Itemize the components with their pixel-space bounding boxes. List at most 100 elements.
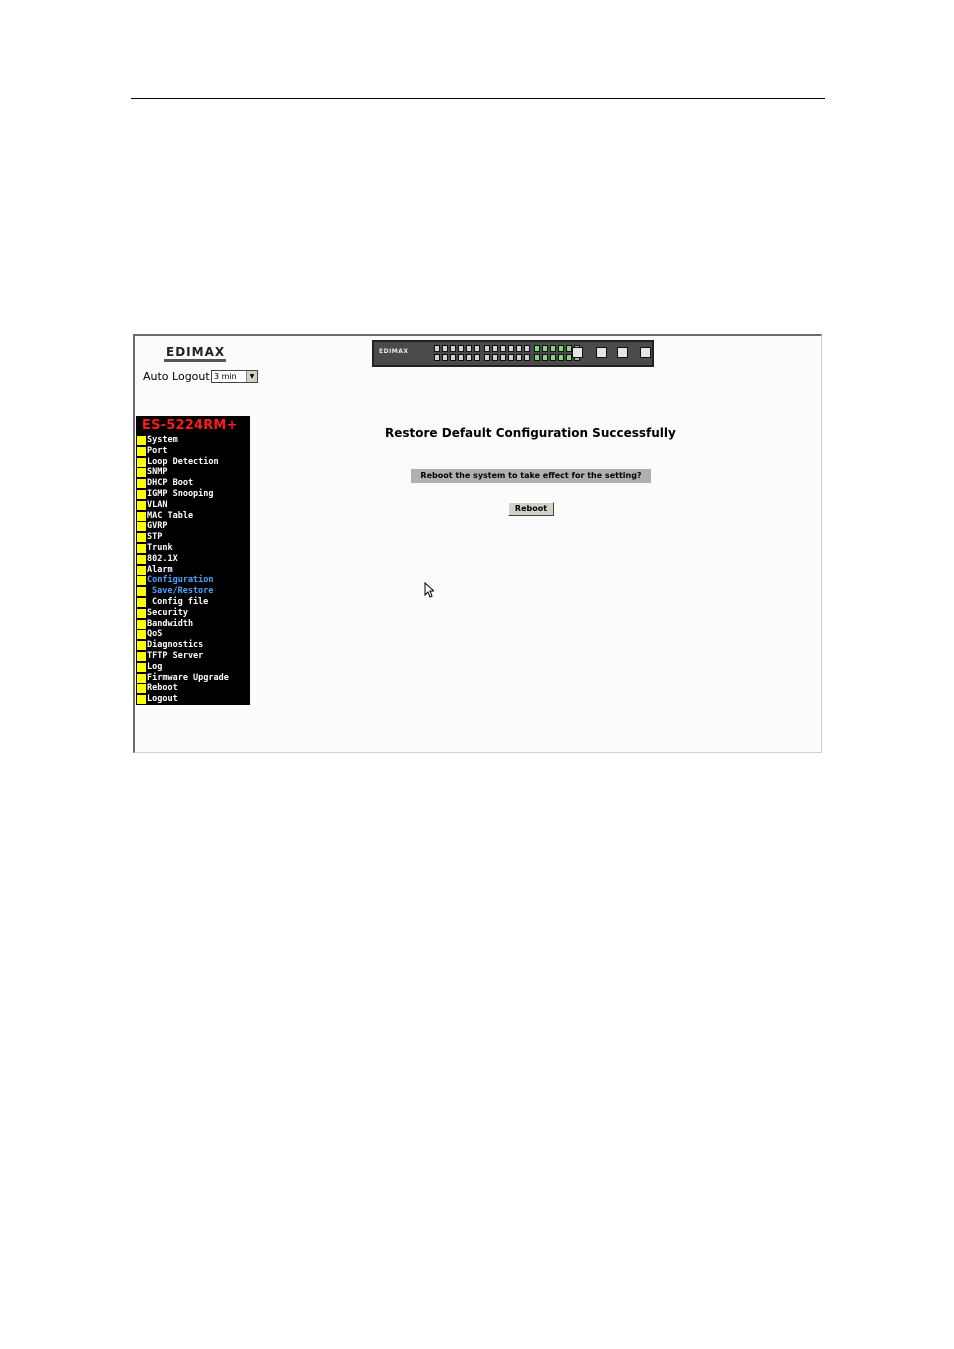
reboot-prompt: Reboot the system to take effect for the… bbox=[411, 469, 651, 483]
bullet-square-icon bbox=[137, 673, 146, 683]
bullet-square-icon bbox=[137, 479, 146, 489]
port-icon bbox=[534, 345, 540, 352]
bullet-square-icon bbox=[137, 500, 146, 510]
sidebar-item-label: SNMP bbox=[147, 467, 168, 478]
sidebar-item-label: Reboot bbox=[147, 683, 178, 694]
sidebar-item-label: MAC Table bbox=[147, 510, 194, 521]
port-icon bbox=[500, 345, 506, 352]
auto-logout-value: 3 min bbox=[214, 372, 237, 381]
port-icon bbox=[434, 345, 440, 352]
port-icon bbox=[550, 345, 556, 352]
port-icon bbox=[450, 354, 456, 361]
sidebar-item-label: GVRP bbox=[147, 521, 168, 532]
bullet-square-icon bbox=[137, 587, 146, 597]
port-icon bbox=[516, 354, 522, 361]
port-icon bbox=[450, 345, 456, 352]
auto-logout-select[interactable]: 3 min ▼ bbox=[211, 370, 258, 383]
port-icon bbox=[524, 345, 530, 352]
bullet-square-icon bbox=[137, 641, 146, 651]
reboot-button[interactable]: Reboot bbox=[508, 502, 554, 516]
port-icon bbox=[458, 354, 464, 361]
port-icon bbox=[492, 354, 498, 361]
bullet-square-icon bbox=[137, 619, 146, 629]
port-icon bbox=[484, 354, 490, 361]
port-icon bbox=[474, 345, 480, 352]
port-icon bbox=[442, 354, 448, 361]
page-header-rule bbox=[131, 98, 825, 99]
bullet-square-icon bbox=[137, 511, 146, 521]
logo-text: EDIMAX bbox=[166, 345, 226, 359]
bullet-square-icon bbox=[137, 608, 146, 618]
sidebar-item-label: Log bbox=[147, 661, 163, 672]
bullet-square-icon bbox=[137, 662, 146, 672]
port-icon bbox=[434, 354, 440, 361]
bullet-square-icon bbox=[137, 684, 146, 694]
port-icon bbox=[516, 345, 522, 352]
device-brand-label: EDIMAX bbox=[379, 348, 409, 355]
sidebar-menu: ES-5224RM+ System Port Loop Detection SN… bbox=[136, 416, 250, 705]
sidebar-item-label: Configuration bbox=[147, 575, 214, 586]
port-group bbox=[484, 345, 530, 361]
sidebar-item-label: Security bbox=[147, 607, 188, 618]
sidebar-item-label: Loop Detection bbox=[147, 456, 219, 467]
bullet-square-icon bbox=[137, 489, 146, 499]
port-icon bbox=[524, 354, 530, 361]
mouse-cursor-icon bbox=[424, 582, 434, 598]
port-group bbox=[434, 345, 480, 361]
sidebar-item-label: Save/Restore bbox=[152, 586, 214, 597]
sidebar-item-label: Firmware Upgrade bbox=[147, 672, 229, 683]
port-icon bbox=[466, 345, 472, 352]
sidebar-item-label: Config file bbox=[152, 596, 209, 607]
port-icon bbox=[542, 354, 548, 361]
port-icon bbox=[474, 354, 480, 361]
edimax-logo: EDIMAX bbox=[164, 345, 226, 364]
sidebar-item-label: 802.1X bbox=[147, 553, 178, 564]
port-panel bbox=[434, 345, 580, 361]
sidebar-item-label: Alarm bbox=[147, 564, 173, 575]
bullet-square-icon bbox=[137, 468, 146, 478]
port-icon bbox=[492, 345, 498, 352]
bullet-square-icon bbox=[137, 597, 146, 607]
sidebar-item-label: TFTP Server bbox=[147, 650, 204, 661]
bullet-square-icon bbox=[137, 543, 146, 553]
port-icon bbox=[550, 354, 556, 361]
bullet-square-icon bbox=[137, 554, 146, 564]
model-name: ES-5224RM+ bbox=[142, 418, 238, 433]
bullet-square-icon bbox=[137, 576, 146, 586]
bullet-square-icon bbox=[137, 630, 146, 640]
bullet-square-icon bbox=[137, 446, 146, 456]
sidebar-item-label: Trunk bbox=[147, 542, 173, 553]
page-title: Restore Default Configuration Successful… bbox=[385, 426, 676, 440]
port-icon bbox=[484, 345, 490, 352]
sfp-port-icon bbox=[572, 347, 583, 358]
port-icon bbox=[558, 345, 564, 352]
sidebar-item-label: Bandwidth bbox=[147, 618, 194, 629]
sidebar-item-label: QoS bbox=[147, 629, 163, 640]
port-icon bbox=[508, 345, 514, 352]
port-icon bbox=[534, 354, 540, 361]
port-icon bbox=[542, 345, 548, 352]
bullet-square-icon bbox=[137, 436, 146, 445]
port-icon bbox=[500, 354, 506, 361]
port-icon bbox=[508, 354, 514, 361]
port-icon bbox=[458, 345, 464, 352]
bullet-square-icon bbox=[137, 651, 146, 661]
auto-logout-label: Auto Logout bbox=[143, 370, 210, 383]
port-icon bbox=[466, 354, 472, 361]
sidebar-item-label: VLAN bbox=[147, 499, 168, 510]
port-icon bbox=[558, 354, 564, 361]
bullet-square-icon bbox=[137, 565, 146, 575]
sfp-port-icon bbox=[596, 347, 607, 358]
port-icon bbox=[442, 345, 448, 352]
chevron-down-icon[interactable]: ▼ bbox=[246, 371, 257, 382]
logo-tagline-bar bbox=[164, 359, 226, 362]
sidebar-item-label: Port bbox=[147, 445, 168, 456]
sfp-port-icon bbox=[617, 347, 628, 358]
switch-front-panel-image: EDIMAX bbox=[372, 340, 654, 367]
bullet-square-icon bbox=[137, 695, 146, 705]
sidebar-item-label: Logout bbox=[147, 694, 178, 705]
bullet-square-icon bbox=[137, 533, 146, 543]
sidebar-item-label: IGMP Snooping bbox=[147, 488, 214, 499]
bullet-square-icon bbox=[137, 457, 146, 467]
sidebar-item-label: DHCP Boot bbox=[147, 478, 194, 489]
